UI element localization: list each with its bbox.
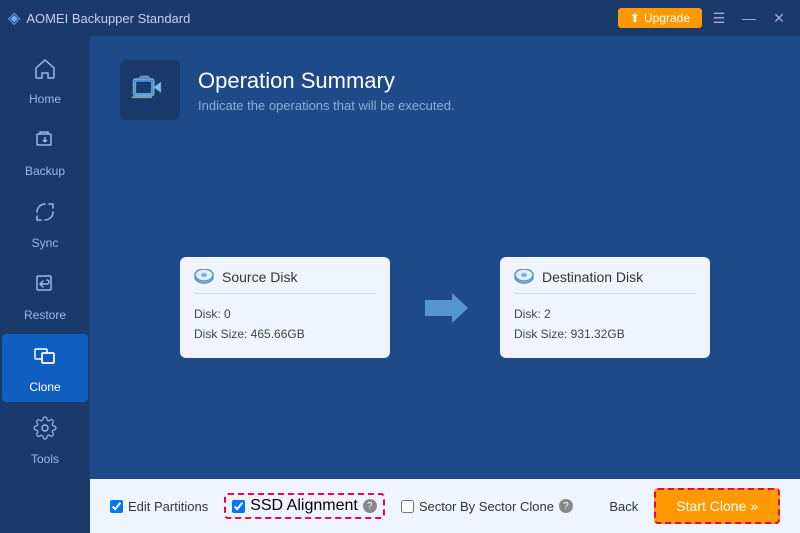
app-logo-icon: ◈ — [8, 8, 20, 28]
tools-icon — [33, 416, 57, 446]
upgrade-icon: ⬆ — [630, 11, 640, 25]
sidebar-item-sync[interactable]: Sync — [2, 190, 88, 258]
source-disk-card: Source Disk Disk: 0 Disk Size: 465.66GB — [180, 257, 390, 359]
sidebar-item-tools[interactable]: Tools — [2, 406, 88, 474]
edit-partitions-label: Edit Partitions — [128, 499, 208, 514]
titlebar: ◈ AOMEI Backupper Standard ⬆ Upgrade ☰ —… — [0, 0, 800, 36]
sidebar-tools-label: Tools — [31, 452, 59, 466]
sync-icon — [33, 200, 57, 230]
app-title: AOMEI Backupper Standard — [26, 11, 190, 26]
destination-disk-card: Destination Disk Disk: 2 Disk Size: 931.… — [500, 257, 710, 359]
clone-diagram: Source Disk Disk: 0 Disk Size: 465.66GB — [90, 136, 800, 479]
titlebar-left: ◈ AOMEI Backupper Standard — [8, 8, 190, 28]
ssd-alignment-option[interactable]: SSD Alignment ? — [224, 493, 385, 519]
source-disk-number: Disk: 0 — [194, 304, 376, 324]
operation-title-block: Operation Summary Indicate the operation… — [198, 68, 455, 113]
back-button[interactable]: Back — [609, 499, 638, 514]
bottom-actions: Back Start Clone » — [609, 488, 780, 524]
main-layout: Home Backup — [0, 36, 800, 533]
ssd-alignment-info-icon[interactable]: ? — [363, 499, 377, 513]
operation-summary-icon — [130, 70, 170, 110]
sector-clone-option[interactable]: Sector By Sector Clone ? — [401, 499, 573, 514]
sector-clone-checkbox[interactable] — [401, 500, 414, 513]
source-disk-size: Disk Size: 465.66GB — [194, 324, 376, 344]
operation-header: Operation Summary Indicate the operation… — [90, 36, 800, 136]
edit-partitions-checkbox[interactable] — [110, 500, 123, 513]
destination-disk-info: Disk: 2 Disk Size: 931.32GB — [514, 304, 696, 345]
start-clone-button[interactable]: Start Clone » — [654, 488, 780, 524]
bottom-options: Edit Partitions SSD Alignment ? Sector B… — [110, 493, 609, 519]
destination-disk-number: Disk: 2 — [514, 304, 696, 324]
close-button[interactable]: ✕ — [766, 7, 792, 29]
operation-icon-container — [120, 60, 180, 120]
bottom-bar: Edit Partitions SSD Alignment ? Sector B… — [90, 479, 800, 533]
operation-title: Operation Summary — [198, 68, 455, 94]
sidebar-backup-label: Backup — [25, 164, 65, 178]
clone-icon — [33, 344, 57, 374]
sidebar-item-restore[interactable]: Restore — [2, 262, 88, 330]
destination-disk-icon — [514, 269, 534, 285]
sidebar-item-backup[interactable]: Backup — [2, 118, 88, 186]
restore-icon — [33, 272, 57, 302]
sidebar-home-label: Home — [29, 92, 61, 106]
destination-disk-label: Destination Disk — [542, 269, 643, 285]
upgrade-button[interactable]: ⬆ Upgrade — [618, 8, 702, 28]
operation-subtitle: Indicate the operations that will be exe… — [198, 98, 455, 113]
sidebar-sync-label: Sync — [32, 236, 59, 250]
source-disk-info: Disk: 0 Disk Size: 465.66GB — [194, 304, 376, 345]
destination-disk-header: Destination Disk — [514, 269, 696, 294]
minimize-button[interactable]: — — [736, 7, 762, 29]
sidebar-clone-label: Clone — [29, 380, 60, 394]
sidebar-item-home[interactable]: Home — [2, 46, 88, 114]
menu-button[interactable]: ☰ — [706, 7, 732, 29]
destination-disk-size: Disk Size: 931.32GB — [514, 324, 696, 344]
ssd-alignment-label: SSD Alignment — [250, 497, 358, 515]
source-disk-header: Source Disk — [194, 269, 376, 294]
source-disk-label: Source Disk — [222, 269, 297, 285]
content-area: Operation Summary Indicate the operation… — [90, 36, 800, 533]
sidebar: Home Backup — [0, 36, 90, 533]
app-window: ◈ AOMEI Backupper Standard ⬆ Upgrade ☰ —… — [0, 0, 800, 533]
sector-clone-info-icon[interactable]: ? — [559, 499, 573, 513]
sector-clone-label: Sector By Sector Clone — [419, 499, 554, 514]
backup-icon — [33, 128, 57, 158]
titlebar-controls: ⬆ Upgrade ☰ — ✕ — [618, 7, 792, 29]
source-disk-icon — [194, 269, 214, 285]
sidebar-item-clone[interactable]: Clone — [2, 334, 88, 402]
clone-arrow — [420, 288, 470, 328]
home-icon — [33, 56, 57, 86]
ssd-alignment-checkbox[interactable] — [232, 500, 245, 513]
edit-partitions-option[interactable]: Edit Partitions — [110, 499, 208, 514]
sidebar-restore-label: Restore — [24, 308, 66, 322]
